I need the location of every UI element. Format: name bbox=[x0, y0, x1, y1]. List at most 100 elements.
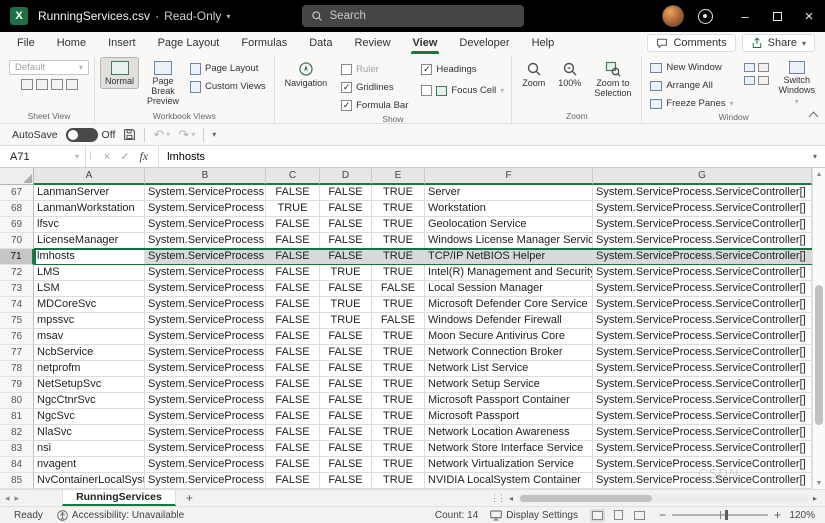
cell-c80[interactable]: FALSE bbox=[266, 393, 320, 409]
cell-c76[interactable]: FALSE bbox=[266, 329, 320, 345]
split-icon[interactable] bbox=[743, 63, 755, 72]
scroll-down-icon[interactable]: ▼ bbox=[813, 477, 825, 489]
tab-file[interactable]: File bbox=[6, 32, 46, 54]
cell-c71[interactable]: FALSE bbox=[266, 249, 320, 265]
zoom-100-button[interactable]: 100% bbox=[553, 57, 586, 91]
row-header-73[interactable]: 73 bbox=[0, 281, 34, 297]
column-header-c[interactable]: C bbox=[266, 168, 320, 185]
column-header-f[interactable]: F bbox=[425, 168, 593, 185]
cell-c78[interactable]: FALSE bbox=[266, 361, 320, 377]
exit-sheet-view-icon[interactable] bbox=[35, 79, 48, 90]
cell-g78[interactable]: System.ServiceProcess.ServiceController[… bbox=[593, 361, 812, 377]
scroll-left-icon[interactable]: ◂ bbox=[507, 494, 515, 503]
scroll-right-icon[interactable]: ▸ bbox=[811, 494, 819, 503]
zoom-slider[interactable] bbox=[671, 510, 768, 520]
column-header-b[interactable]: B bbox=[145, 168, 266, 185]
column-header-d[interactable]: D bbox=[320, 168, 372, 185]
cell-g70[interactable]: System.ServiceProcess.ServiceController[… bbox=[593, 233, 812, 249]
excel-app-icon[interactable]: X bbox=[10, 7, 28, 25]
row-header-71[interactable]: 71 bbox=[0, 249, 34, 265]
cell-d73[interactable]: FALSE bbox=[320, 281, 372, 297]
cell-a68[interactable]: LanmanWorkstation bbox=[34, 201, 145, 217]
cell-c73[interactable]: FALSE bbox=[266, 281, 320, 297]
cell-e70[interactable]: TRUE bbox=[372, 233, 425, 249]
tab-page-layout[interactable]: Page Layout bbox=[147, 32, 231, 54]
cell-c77[interactable]: FALSE bbox=[266, 345, 320, 361]
zoom-out-icon[interactable]: − bbox=[659, 508, 666, 522]
cell-b69[interactable]: System.ServiceProcess.S bbox=[145, 217, 266, 233]
view-side-by-side-icon[interactable] bbox=[743, 76, 755, 85]
cell-f74[interactable]: Microsoft Defender Core Service bbox=[425, 297, 593, 313]
cell-g69[interactable]: System.ServiceProcess.ServiceController[… bbox=[593, 217, 812, 233]
row-header-67[interactable]: 67 bbox=[0, 185, 34, 201]
cell-e71[interactable]: TRUE bbox=[372, 249, 425, 265]
close-button[interactable]: × bbox=[793, 0, 825, 32]
cell-c75[interactable]: FALSE bbox=[266, 313, 320, 329]
cell-b76[interactable]: System.ServiceProcess.S bbox=[145, 329, 266, 345]
cell-e83[interactable]: TRUE bbox=[372, 441, 425, 457]
cell-f77[interactable]: Network Connection Broker bbox=[425, 345, 593, 361]
cell-b77[interactable]: System.ServiceProcess.S bbox=[145, 345, 266, 361]
new-sheet-button[interactable]: + bbox=[176, 491, 203, 505]
cell-g83[interactable]: System.ServiceProcess.ServiceController[… bbox=[593, 441, 812, 457]
enter-icon[interactable]: ✓ bbox=[120, 150, 129, 163]
cell-b84[interactable]: System.ServiceProcess.S bbox=[145, 457, 266, 473]
cell-b67[interactable]: System.ServiceProcess.S bbox=[145, 185, 266, 201]
view-normal-button[interactable] bbox=[589, 508, 605, 522]
cell-e74[interactable]: TRUE bbox=[372, 297, 425, 313]
hide-window-icon[interactable] bbox=[757, 63, 769, 72]
cell-f78[interactable]: Network List Service bbox=[425, 361, 593, 377]
cell-f76[interactable]: Moon Secure Antivirus Core bbox=[425, 329, 593, 345]
sheet-tab-runningservices[interactable]: RunningServices bbox=[62, 490, 176, 506]
cell-g72[interactable]: System.ServiceProcess.ServiceController[… bbox=[593, 265, 812, 281]
column-header-e[interactable]: E bbox=[372, 168, 425, 185]
cell-d77[interactable]: FALSE bbox=[320, 345, 372, 361]
vertical-scrollbar-thumb[interactable] bbox=[815, 285, 823, 425]
new-sheet-view-icon[interactable] bbox=[50, 79, 63, 90]
horizontal-scrollbar-thumb[interactable] bbox=[520, 494, 653, 502]
cell-e75[interactable]: FALSE bbox=[372, 313, 425, 329]
sheet-nav-right-icon[interactable]: ▸ bbox=[15, 493, 25, 504]
cell-f80[interactable]: Microsoft Passport Container bbox=[425, 393, 593, 409]
cell-e77[interactable]: TRUE bbox=[372, 345, 425, 361]
cell-d74[interactable]: TRUE bbox=[320, 297, 372, 313]
cell-g82[interactable]: System.ServiceProcess.ServiceController[… bbox=[593, 425, 812, 441]
cell-d85[interactable]: FALSE bbox=[320, 473, 372, 489]
cell-f84[interactable]: Network Virtualization Service bbox=[425, 457, 593, 473]
cell-d82[interactable]: FALSE bbox=[320, 425, 372, 441]
maximize-button[interactable] bbox=[761, 0, 793, 32]
focus-cell-checkbox[interactable]: ✓ Focus Cell ▾ bbox=[421, 83, 504, 98]
ruler-checkbox[interactable]: ✓ Ruler bbox=[341, 62, 408, 77]
tab-home[interactable]: Home bbox=[46, 32, 97, 54]
cell-b78[interactable]: System.ServiceProcess.S bbox=[145, 361, 266, 377]
row-header-77[interactable]: 77 bbox=[0, 345, 34, 361]
cell-b70[interactable]: System.ServiceProcess.S bbox=[145, 233, 266, 249]
cell-b68[interactable]: System.ServiceProcess.S bbox=[145, 201, 266, 217]
cell-c85[interactable]: FALSE bbox=[266, 473, 320, 489]
cell-d72[interactable]: TRUE bbox=[320, 265, 372, 281]
collapse-ribbon-icon[interactable] bbox=[809, 110, 817, 118]
view-page-break-button[interactable] bbox=[632, 509, 647, 522]
page-layout-button[interactable]: Page Layout bbox=[187, 61, 269, 76]
cell-f75[interactable]: Windows Defender Firewall bbox=[425, 313, 593, 329]
cell-c81[interactable]: FALSE bbox=[266, 409, 320, 425]
row-header-69[interactable]: 69 bbox=[0, 217, 34, 233]
cell-a80[interactable]: NgcCtnrSvc bbox=[34, 393, 145, 409]
cell-f71[interactable]: TCP/IP NetBIOS Helper bbox=[425, 249, 593, 265]
cell-b81[interactable]: System.ServiceProcess.S bbox=[145, 409, 266, 425]
cell-a72[interactable]: LMS bbox=[34, 265, 145, 281]
cell-e69[interactable]: TRUE bbox=[372, 217, 425, 233]
cell-f70[interactable]: Windows License Manager Service bbox=[425, 233, 593, 249]
cell-c82[interactable]: FALSE bbox=[266, 425, 320, 441]
user-avatar[interactable] bbox=[662, 5, 684, 27]
cell-d76[interactable]: FALSE bbox=[320, 329, 372, 345]
cell-a83[interactable]: nsi bbox=[34, 441, 145, 457]
cell-a81[interactable]: NgcSvc bbox=[34, 409, 145, 425]
cell-c68[interactable]: TRUE bbox=[266, 201, 320, 217]
zoom-slider-thumb[interactable] bbox=[724, 510, 728, 520]
title-chevron-down-icon[interactable]: ▾ bbox=[226, 12, 230, 21]
sheet-view-options-icon[interactable] bbox=[65, 79, 78, 90]
cell-f83[interactable]: Network Store Interface Service bbox=[425, 441, 593, 457]
synchronous-scrolling-icon[interactable] bbox=[757, 76, 769, 85]
cell-g79[interactable]: System.ServiceProcess.ServiceController[… bbox=[593, 377, 812, 393]
